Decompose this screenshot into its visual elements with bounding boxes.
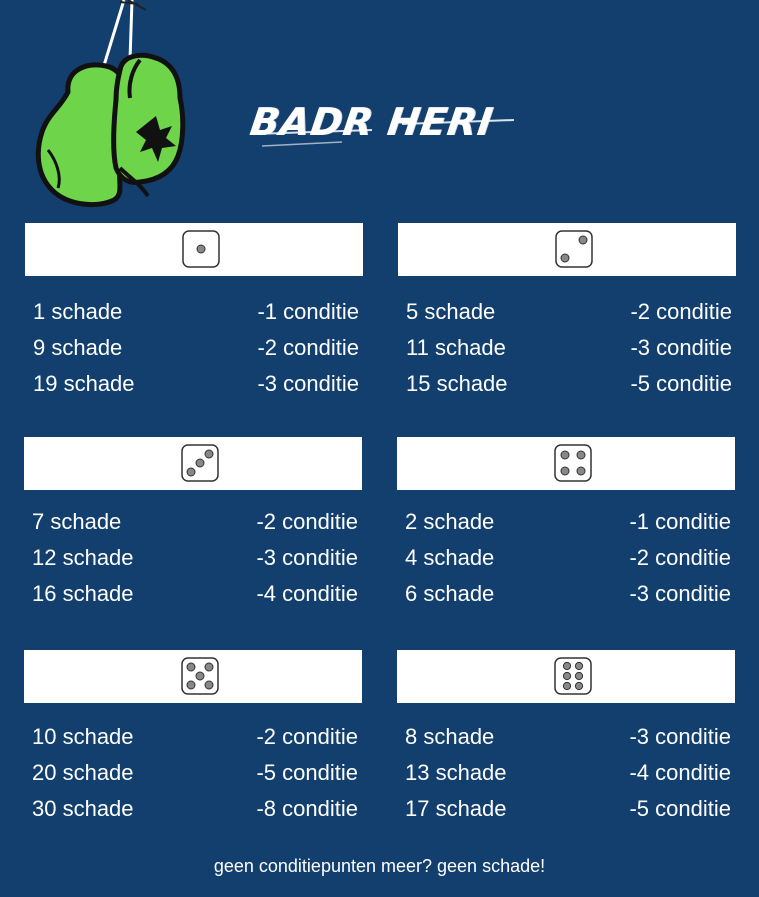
die-face-1-icon xyxy=(182,230,220,268)
damage-row: 6 schade -3 conditie xyxy=(405,579,731,609)
die-banner xyxy=(398,223,736,276)
damage-value: 9 schade xyxy=(33,335,123,360)
damage-row: 9 schade -2 conditie xyxy=(33,333,359,363)
footer-note: geen conditiepunten meer? geen schade! xyxy=(213,856,546,876)
condition-value: -5 conditie xyxy=(256,760,358,785)
damage-value: 6 schade xyxy=(405,581,495,606)
condition-value: -3 conditie xyxy=(257,371,359,396)
condition-value: -4 conditie xyxy=(629,760,731,785)
damage-value: 16 schade xyxy=(32,581,134,606)
damage-row: 16 schade -4 conditie xyxy=(32,579,358,609)
condition-value: -3 conditie xyxy=(630,335,732,360)
damage-value: 5 schade xyxy=(406,299,496,324)
die-banner xyxy=(397,437,735,490)
condition-value: -4 conditie xyxy=(256,581,358,606)
damage-row: 15 schade -5 conditie xyxy=(406,369,732,399)
damage-value: 7 schade xyxy=(32,509,122,534)
condition-value: -2 conditie xyxy=(629,545,731,570)
damage-value: 15 schade xyxy=(406,371,508,396)
damage-row: 12 schade -3 conditie xyxy=(32,543,358,573)
die-face-6-icon xyxy=(554,657,592,695)
condition-value: -5 conditie xyxy=(630,371,732,396)
damage-value: 11 schade xyxy=(406,335,506,360)
condition-value: -1 conditie xyxy=(629,509,731,534)
condition-value: -1 conditie xyxy=(257,299,359,324)
damage-value: 4 schade xyxy=(405,545,495,570)
damage-row: 17 schade -5 conditie xyxy=(405,794,731,824)
damage-row: 5 schade -2 conditie xyxy=(406,297,732,327)
die-banner xyxy=(24,650,362,703)
damage-row: 11 schade -3 conditie xyxy=(406,333,732,363)
damage-value: 1 schade xyxy=(33,299,123,324)
die-face-4-icon xyxy=(554,444,592,482)
damage-row: 2 schade -1 conditie xyxy=(405,507,731,537)
damage-value: 12 schade xyxy=(32,545,134,570)
damage-row: 7 schade -2 conditie xyxy=(32,507,358,537)
condition-value: -2 conditie xyxy=(257,335,359,360)
damage-row: 10 schade -2 conditie xyxy=(32,722,358,752)
damage-row: 19 schade -3 conditie xyxy=(33,369,359,399)
condition-value: -3 conditie xyxy=(629,581,731,606)
damage-value: 13 schade xyxy=(405,760,507,785)
damage-row: 20 schade -5 conditie xyxy=(32,758,358,788)
condition-value: -2 conditie xyxy=(256,509,358,534)
damage-value: 8 schade xyxy=(405,724,495,749)
damage-row: 30 schade -8 conditie xyxy=(32,794,358,824)
boxing-gloves-icon xyxy=(35,0,186,208)
condition-value: -3 conditie xyxy=(629,724,731,749)
condition-value: -3 conditie xyxy=(256,545,358,570)
condition-value: -5 conditie xyxy=(629,796,731,821)
damage-value: 17 schade xyxy=(405,796,507,821)
damage-value: 30 schade xyxy=(32,796,134,821)
condition-value: -2 conditie xyxy=(630,299,732,324)
damage-row: 8 schade -3 conditie xyxy=(405,722,731,752)
die-face-3-icon xyxy=(181,444,219,482)
game-title: BADR HERI xyxy=(247,100,497,144)
damage-row: 4 schade -2 conditie xyxy=(405,543,731,573)
die-banner xyxy=(397,650,735,703)
die-banner xyxy=(24,437,362,490)
damage-value: 20 schade xyxy=(32,760,134,785)
damage-value: 2 schade xyxy=(405,509,495,534)
damage-value: 19 schade xyxy=(33,371,135,396)
damage-row: 1 schade -1 conditie xyxy=(33,297,359,327)
damage-row: 13 schade -4 conditie xyxy=(405,758,731,788)
die-face-5-icon xyxy=(181,657,219,695)
damage-value: 10 schade xyxy=(32,724,134,749)
condition-value: -8 conditie xyxy=(256,796,358,821)
die-banner xyxy=(25,223,363,276)
die-face-2-icon xyxy=(555,230,593,268)
condition-value: -2 conditie xyxy=(256,724,358,749)
